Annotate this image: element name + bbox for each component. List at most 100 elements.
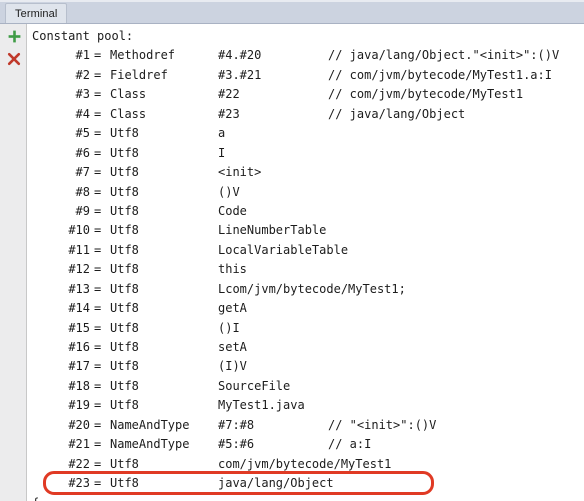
constant-pool-value: ()V <box>218 184 240 199</box>
constant-pool-index: #2 <box>75 67 90 82</box>
constant-pool-index: #9 <box>75 203 90 218</box>
constant-pool-value: a <box>218 126 226 141</box>
constant-pool-tag: Fieldref <box>110 67 168 82</box>
constant-pool-value: Lcom/jvm/bytecode/MyTest1; <box>218 281 406 296</box>
constant-pool-row: #18 = Utf8 SourceFile <box>28 377 584 396</box>
constant-pool-value: Code <box>218 203 247 218</box>
constant-pool-row: #6 = Utf8 I <box>28 144 584 163</box>
constant-pool-tag: Utf8 <box>110 165 139 180</box>
constant-pool-row: #21 = NameAndType #5:#6 // a:I <box>28 435 584 454</box>
constant-pool-comment: // java/lang/Object."<init>":()V <box>328 48 560 63</box>
constant-pool-tag: Utf8 <box>110 126 139 141</box>
constant-pool-tag: Utf8 <box>110 378 139 393</box>
constant-pool-comment: // com/jvm/bytecode/MyTest1.a:I <box>328 67 552 82</box>
constant-pool-index: #16 <box>68 340 90 354</box>
constant-pool-header: Constant pool: <box>32 29 134 43</box>
constant-pool-index: #14 <box>68 301 90 316</box>
constant-pool-row: #1 = Methodref #4.#20 // java/lang/Object."<… <box>28 46 584 65</box>
constant-pool-equals: = <box>94 203 102 218</box>
constant-pool-row: #14 = Utf8 getA <box>28 299 584 318</box>
tab-terminal-label: Terminal <box>15 7 58 20</box>
constant-pool-equals: = <box>94 398 102 413</box>
constant-pool-tag: Utf8 <box>110 398 139 413</box>
constant-pool-index: #10 <box>68 223 90 238</box>
constant-pool-row: #3 = Class #22 // com/jvm/bytecode/MyTest1 <box>28 85 584 104</box>
terminal-window: Terminal Constant pool: #1 = Methodref #4.#2… <box>0 0 584 501</box>
constant-pool-index: #4 <box>75 106 90 121</box>
constant-pool-index: #5 <box>75 126 90 141</box>
constant-pool-value: #4.#20 <box>218 48 262 63</box>
constant-pool-value: java/lang/Object <box>218 476 334 491</box>
constant-pool-index: #22 <box>68 456 90 471</box>
constant-pool-row: #8 = Utf8 ()V <box>28 183 584 202</box>
tab-terminal[interactable]: Terminal <box>5 3 68 23</box>
plus-icon <box>7 29 22 49</box>
constant-pool-equals: = <box>94 262 102 277</box>
close-icon <box>7 52 21 71</box>
constant-pool-row: #10 = Utf8 LineNumberTable <box>28 221 584 240</box>
constant-pool-tag: NameAndType <box>110 437 190 452</box>
constant-pool-index: #3 <box>75 87 90 102</box>
constant-pool-tag: Utf8 <box>110 340 139 354</box>
constant-pool-row: #4 = Class #23 // java/lang/Object <box>28 105 584 124</box>
constant-pool-value: ()I <box>218 320 240 335</box>
constant-pool-comment: // java/lang/Object <box>328 106 466 121</box>
constant-pool-index: #23 <box>68 476 90 491</box>
constant-pool-equals: = <box>94 301 102 316</box>
constant-pool-row: #7 = Utf8 <init> <box>28 163 584 182</box>
constant-pool-comment: // a:I <box>328 437 372 452</box>
constant-pool-tag: Utf8 <box>110 301 139 316</box>
close-session-button[interactable] <box>5 52 23 70</box>
console-line-footer: { <box>28 494 584 501</box>
constant-pool-value: <init> <box>218 165 262 180</box>
constant-pool-tag: Utf8 <box>110 242 139 257</box>
constant-pool-tag: Class <box>110 106 147 121</box>
constant-pool-index: #18 <box>68 378 90 393</box>
constant-pool-equals: = <box>94 87 102 102</box>
constant-pool-tag: NameAndType <box>110 417 190 432</box>
constant-pool-index: #12 <box>68 262 90 277</box>
constant-pool-value: getA <box>218 301 247 316</box>
constant-pool-index: #20 <box>68 417 90 432</box>
constant-pool-value: #7:#8 <box>218 417 255 432</box>
constant-pool-row: #22 = Utf8 com/jvm/bytecode/MyTest1 <box>28 455 584 474</box>
constant-pool-equals: = <box>94 126 102 141</box>
constant-pool-equals: = <box>94 223 102 238</box>
new-session-button[interactable] <box>5 30 23 48</box>
constant-pool-equals: = <box>94 145 102 160</box>
constant-pool-value: (I)V <box>218 359 247 374</box>
constant-pool-equals: = <box>94 320 102 335</box>
constant-pool-value: SourceFile <box>218 378 291 393</box>
constant-pool-row: #23 = Utf8 java/lang/Object <box>28 474 584 493</box>
constant-pool-equals: = <box>94 281 102 296</box>
constant-pool-row: #15 = Utf8 ()I <box>28 319 584 338</box>
constant-pool-equals: = <box>94 417 102 432</box>
constant-pool-value: #3.#21 <box>218 67 262 82</box>
constant-pool-tag: Utf8 <box>110 281 139 296</box>
constant-pool-tag: Utf8 <box>110 223 139 238</box>
constant-pool-value: LineNumberTable <box>218 223 327 238</box>
constant-pool-tag: Utf8 <box>110 320 139 335</box>
constant-pool-index: #1 <box>75 48 90 63</box>
constant-pool-tag: Methodref <box>110 48 176 63</box>
constant-pool-equals: = <box>94 106 102 121</box>
constant-pool-row: #9 = Utf8 Code <box>28 202 584 221</box>
constant-pool-equals: = <box>94 48 102 63</box>
terminal-output-area[interactable]: Constant pool: #1 = Methodref #4.#20 // java/… <box>28 24 584 501</box>
constant-pool-index: #17 <box>68 359 90 374</box>
tool-window-tabbar: Terminal <box>0 0 584 24</box>
constant-pool-value: setA <box>218 340 247 354</box>
constant-pool-equals: = <box>94 184 102 199</box>
constant-pool-equals: = <box>94 165 102 180</box>
constant-pool-value: #23 <box>218 106 240 121</box>
constant-pool-index: #19 <box>68 398 90 413</box>
constant-pool-index: #15 <box>68 320 90 335</box>
constant-pool-equals: = <box>94 67 102 82</box>
constant-pool-tag: Utf8 <box>110 476 139 491</box>
console-line-header: Constant pool: <box>28 27 584 46</box>
constant-pool-equals: = <box>94 456 102 471</box>
constant-pool-row: #20 = NameAndType #7:#8 // "<init>":()V <box>28 416 584 435</box>
constant-pool-row: #12 = Utf8 this <box>28 260 584 279</box>
constant-pool-value: com/jvm/bytecode/MyTest1 <box>218 456 392 471</box>
constant-pool-index: #13 <box>68 281 90 296</box>
